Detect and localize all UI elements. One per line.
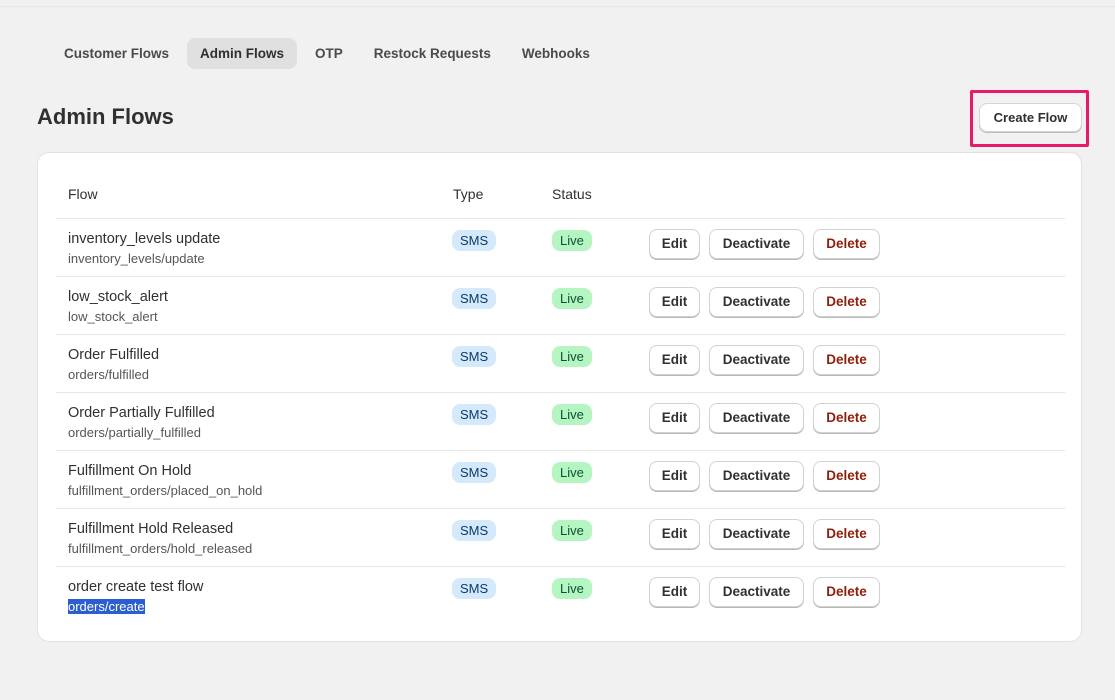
delete-button[interactable]: Delete	[813, 577, 880, 607]
type-badge: SMS	[452, 462, 497, 483]
type-badge: SMS	[452, 230, 497, 251]
create-flow-button[interactable]: Create Flow	[979, 103, 1082, 132]
header-status: Status	[552, 186, 592, 202]
tab-otp[interactable]: OTP	[302, 38, 356, 69]
edit-button[interactable]: Edit	[649, 345, 700, 375]
flows-table-card: Flow Type Status inventory_levels update…	[37, 152, 1082, 642]
table-row: inventory_levels update inventory_levels…	[56, 219, 1065, 277]
tab-restock-requests[interactable]: Restock Requests	[361, 38, 504, 69]
flow-name: low_stock_alert	[68, 289, 168, 305]
table-row: Fulfillment On Hold fulfillment_orders/p…	[56, 451, 1065, 509]
table-row: Order Partially Fulfilled orders/partial…	[56, 393, 1065, 451]
flow-name: Order Partially Fulfilled	[68, 405, 215, 421]
status-badge: Live	[552, 462, 592, 483]
header-type: Type	[453, 186, 484, 202]
tab-customer-flows[interactable]: Customer Flows	[51, 38, 182, 69]
type-badge: SMS	[452, 520, 497, 541]
deactivate-button[interactable]: Deactivate	[709, 577, 804, 607]
flow-topic: low_stock_alert	[68, 309, 158, 324]
delete-button[interactable]: Delete	[813, 229, 880, 259]
tab-webhooks[interactable]: Webhooks	[509, 38, 603, 69]
flow-tabs: Customer Flows Admin Flows OTP Restock R…	[51, 38, 608, 69]
edit-button[interactable]: Edit	[649, 519, 700, 549]
edit-button[interactable]: Edit	[649, 229, 700, 259]
deactivate-button[interactable]: Deactivate	[709, 345, 804, 375]
deactivate-button[interactable]: Deactivate	[709, 461, 804, 491]
delete-button[interactable]: Delete	[813, 403, 880, 433]
header-flow: Flow	[68, 186, 98, 202]
status-badge: Live	[552, 578, 592, 599]
flow-topic: fulfillment_orders/hold_released	[68, 541, 253, 556]
deactivate-button[interactable]: Deactivate	[709, 287, 804, 317]
flow-name: inventory_levels update	[68, 231, 221, 247]
deactivate-button[interactable]: Deactivate	[709, 519, 804, 549]
flow-topic: fulfillment_orders/placed_on_hold	[68, 483, 263, 498]
delete-button[interactable]: Delete	[813, 519, 880, 549]
edit-button[interactable]: Edit	[649, 577, 700, 607]
flow-topic: orders/create	[68, 599, 145, 614]
table-row: order create test flow orders/create SMS…	[56, 567, 1065, 625]
table-header: Flow Type Status	[56, 153, 1065, 219]
flow-topic: inventory_levels/update	[68, 251, 205, 266]
type-badge: SMS	[452, 578, 497, 599]
flow-name: Order Fulfilled	[68, 347, 160, 363]
type-badge: SMS	[452, 404, 497, 425]
edit-button[interactable]: Edit	[649, 403, 700, 433]
status-badge: Live	[552, 230, 592, 251]
edit-button[interactable]: Edit	[649, 461, 700, 491]
flow-name: Fulfillment Hold Released	[68, 521, 234, 537]
flow-name: order create test flow	[68, 579, 204, 595]
flow-topic: orders/fulfilled	[68, 367, 149, 382]
delete-button[interactable]: Delete	[813, 287, 880, 317]
table-row: Fulfillment Hold Released fulfillment_or…	[56, 509, 1065, 567]
status-badge: Live	[552, 404, 592, 425]
delete-button[interactable]: Delete	[813, 461, 880, 491]
top-divider	[0, 6, 1115, 7]
status-badge: Live	[552, 520, 592, 541]
type-badge: SMS	[452, 346, 497, 367]
flow-topic: orders/partially_fulfilled	[68, 425, 201, 440]
tab-admin-flows[interactable]: Admin Flows	[187, 38, 298, 69]
page-title: Admin Flows	[37, 104, 174, 129]
table-row: low_stock_alert low_stock_alert SMS Live…	[56, 277, 1065, 335]
delete-button[interactable]: Delete	[813, 345, 880, 375]
edit-button[interactable]: Edit	[649, 287, 700, 317]
status-badge: Live	[552, 346, 592, 367]
deactivate-button[interactable]: Deactivate	[709, 229, 804, 259]
status-badge: Live	[552, 288, 592, 309]
type-badge: SMS	[452, 288, 497, 309]
table-row: Order Fulfilled orders/fulfilled SMS Liv…	[56, 335, 1065, 393]
flow-name: Fulfillment On Hold	[68, 463, 192, 479]
deactivate-button[interactable]: Deactivate	[709, 403, 804, 433]
